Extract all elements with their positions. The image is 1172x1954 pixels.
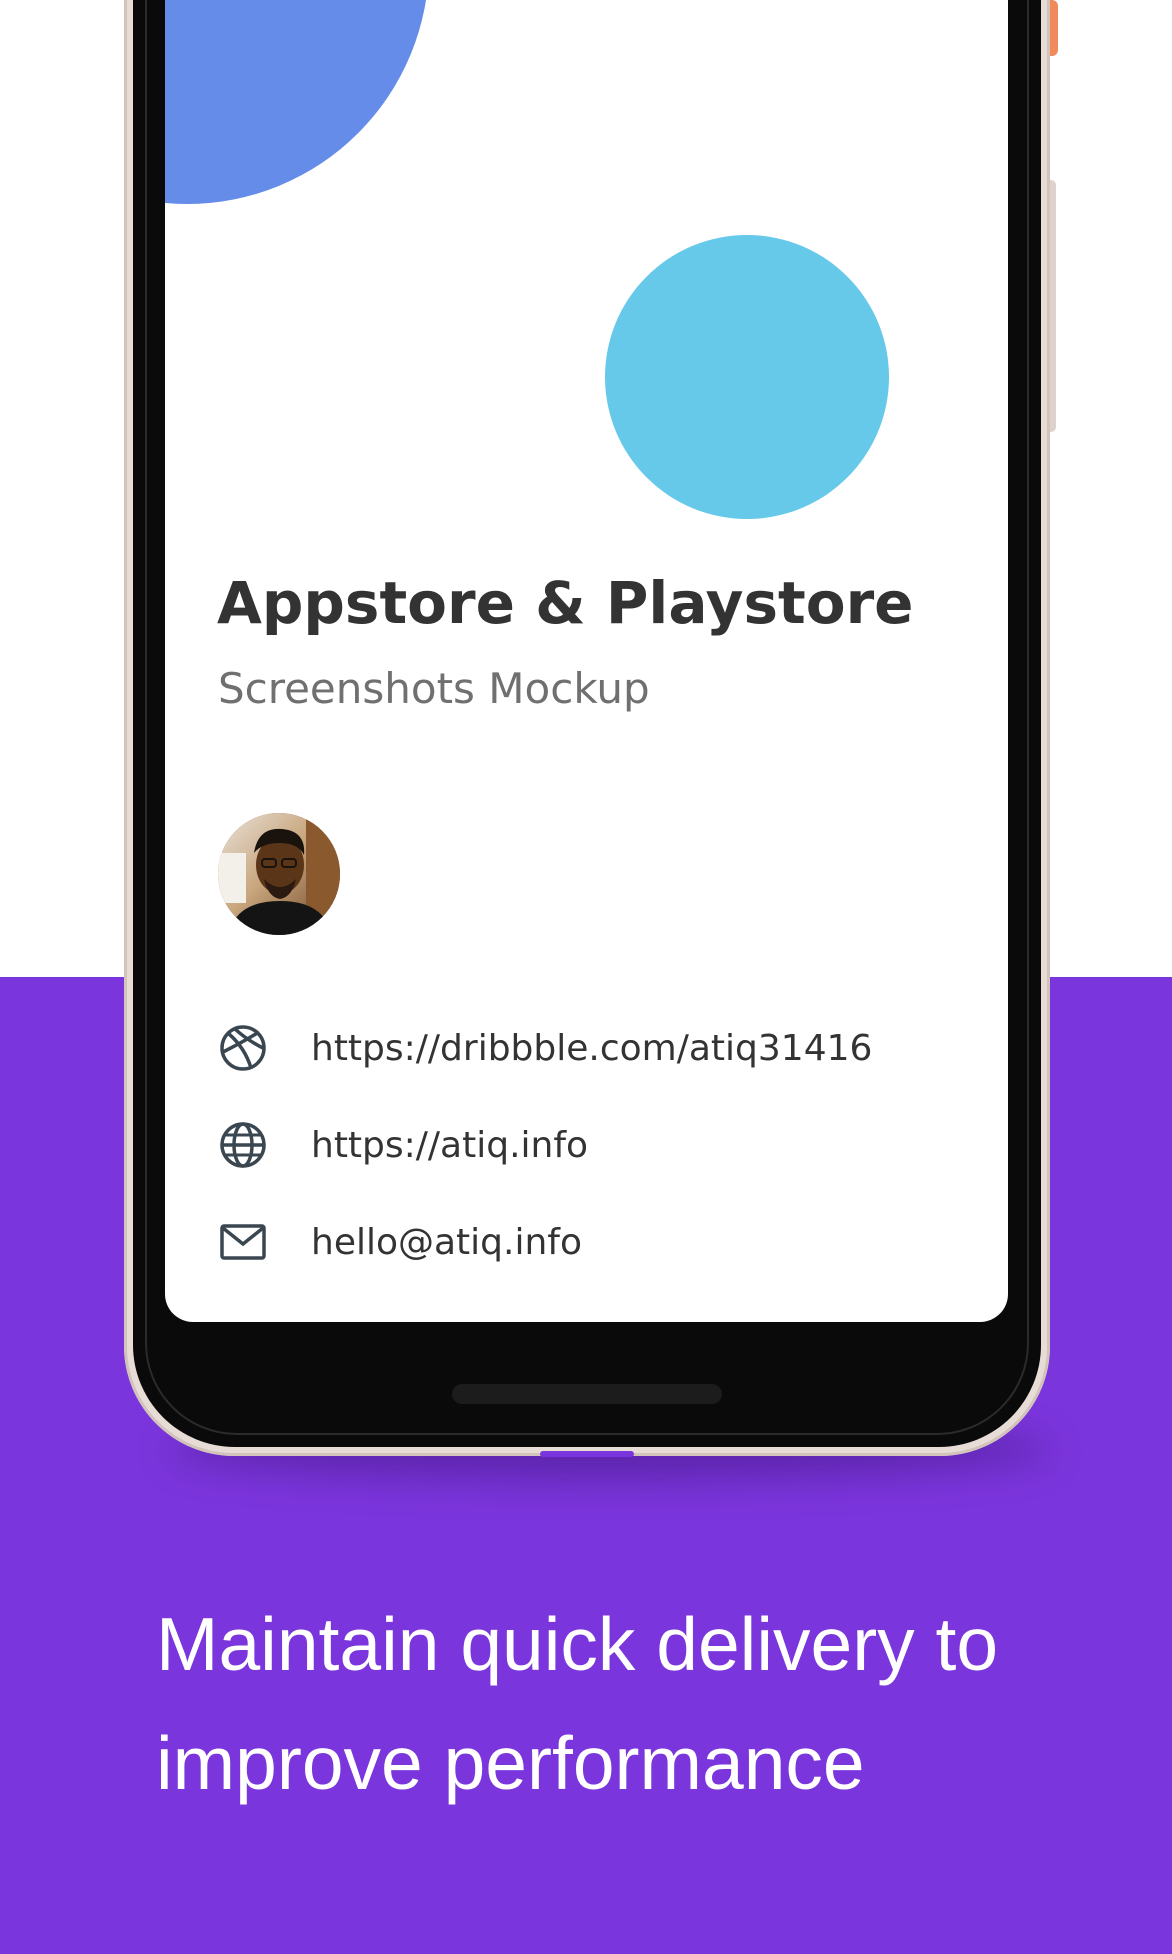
contact-link-website[interactable]: https://atiq.info bbox=[311, 1125, 588, 1166]
contact-row-dribbble[interactable]: https://dribbble.com/atiq31416 bbox=[217, 1020, 872, 1076]
avatar bbox=[218, 813, 340, 935]
caption-line-2: improve performance bbox=[156, 1721, 865, 1805]
phone-bottom-port bbox=[540, 1451, 634, 1457]
decorative-cyan-circle bbox=[605, 235, 889, 519]
contact-row-website[interactable]: https://atiq.info bbox=[217, 1117, 588, 1173]
contact-link-dribbble[interactable]: https://dribbble.com/atiq31416 bbox=[311, 1028, 872, 1069]
mail-icon bbox=[217, 1216, 269, 1268]
page-title: Appstore & Playstore bbox=[217, 569, 914, 637]
page-subtitle: Screenshots Mockup bbox=[218, 664, 650, 713]
phone-screen: Appstore & Playstore Screenshots Mockup bbox=[165, 0, 1008, 1322]
caption: Maintain quick delivery to improve perfo… bbox=[156, 1585, 1096, 1823]
avatar-photo bbox=[218, 813, 340, 935]
contact-row-email[interactable]: hello@atiq.info bbox=[217, 1214, 582, 1270]
dribbble-icon bbox=[217, 1022, 269, 1074]
caption-line-1: Maintain quick delivery to bbox=[156, 1602, 999, 1686]
decorative-blue-circle bbox=[165, 0, 429, 204]
contact-link-email[interactable]: hello@atiq.info bbox=[311, 1222, 582, 1263]
globe-icon bbox=[217, 1119, 269, 1171]
home-indicator bbox=[452, 1384, 722, 1404]
